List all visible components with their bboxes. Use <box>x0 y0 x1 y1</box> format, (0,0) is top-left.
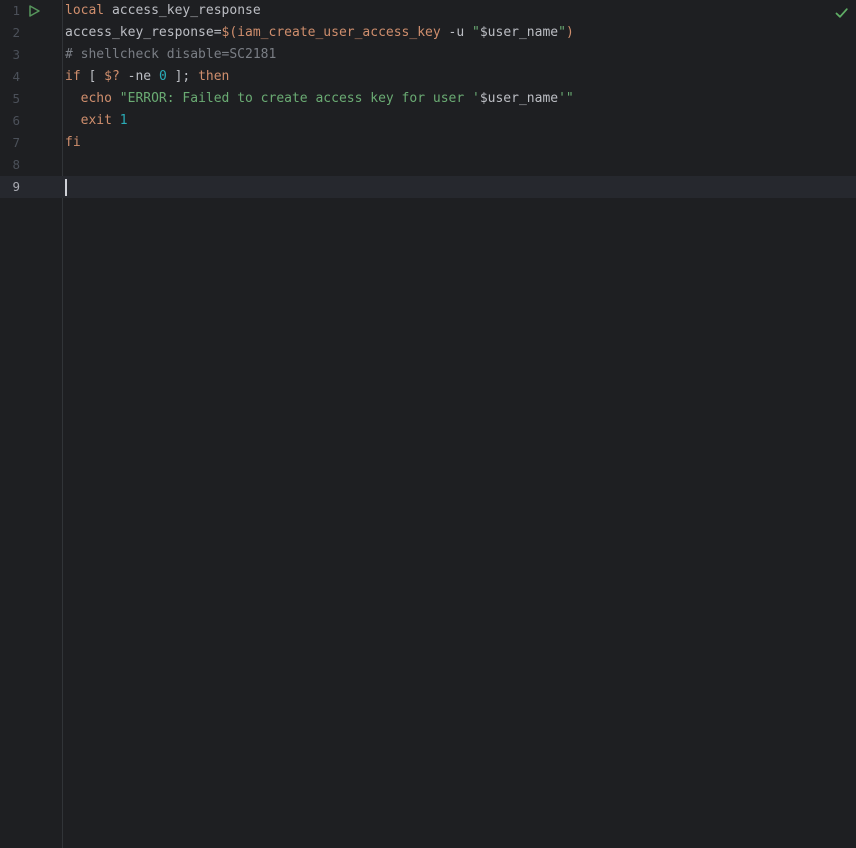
editor-line-row[interactable]: 1 local access_key_response <box>0 0 856 22</box>
code-token: "ERROR: Failed to create access key for … <box>120 91 480 106</box>
code-token: echo <box>81 91 112 106</box>
gutter-icon-zone <box>20 176 63 198</box>
run-triangle-icon[interactable] <box>28 4 41 18</box>
code-token: then <box>198 69 229 84</box>
code-line[interactable]: access_key_response=$(iam_create_user_ac… <box>63 22 574 44</box>
gutter-icon-zone <box>20 88 63 110</box>
code-token <box>65 113 81 128</box>
code-token: 0 <box>159 69 167 84</box>
gutter-icon-zone <box>20 110 63 132</box>
code-editor[interactable]: 1 local access_key_response 2 access_key_re… <box>0 0 856 848</box>
code-token: exit <box>81 113 112 128</box>
code-token: access_key_response <box>104 3 261 18</box>
code-token: # shellcheck disable=SC2181 <box>65 47 276 62</box>
line-number[interactable]: 2 <box>0 22 20 44</box>
code-line[interactable]: exit 1 <box>63 110 128 132</box>
code-line[interactable] <box>63 176 67 198</box>
inspections-passed-check-icon[interactable] <box>834 6 849 20</box>
code-line[interactable] <box>63 154 65 176</box>
editor-gutter: 1 <box>0 0 63 22</box>
code-token: -u <box>441 25 472 40</box>
code-token: $(iam_create_user_access_key <box>222 25 441 40</box>
code-token: access_key_response= <box>65 25 222 40</box>
editor-line-row[interactable]: 8 <box>0 154 856 176</box>
editor-gutter: 5 <box>0 88 63 110</box>
code-token <box>112 91 120 106</box>
code-token: " <box>472 25 480 40</box>
code-token: -ne <box>120 69 159 84</box>
editor-line-row[interactable]: 7 fi <box>0 132 856 154</box>
gutter-icon-zone <box>20 132 63 154</box>
line-number[interactable]: 6 <box>0 110 20 132</box>
editor-line-row[interactable]: 6 exit 1 <box>0 110 856 132</box>
editor-gutter: 3 <box>0 44 63 66</box>
code-token: $? <box>104 69 120 84</box>
editor-line-row[interactable]: 2 access_key_response=$(iam_create_user_a… <box>0 22 856 44</box>
code-token: ) <box>566 25 574 40</box>
editor-line-row[interactable]: 5 echo "ERROR: Failed to create access k… <box>0 88 856 110</box>
text-caret <box>65 179 67 196</box>
code-token: $user_name <box>480 91 558 106</box>
line-number[interactable]: 9 <box>0 176 20 198</box>
line-number[interactable]: 5 <box>0 88 20 110</box>
gutter-icon-zone <box>20 0 63 22</box>
line-number[interactable]: 1 <box>0 0 20 22</box>
code-line[interactable]: if [ $? -ne 0 ]; then <box>63 66 229 88</box>
editor-gutter: 9 <box>0 176 63 198</box>
code-token: ]; <box>167 69 198 84</box>
code-token: $user_name <box>480 25 558 40</box>
line-number[interactable]: 4 <box>0 66 20 88</box>
code-token: if <box>65 69 81 84</box>
editor-gutter: 4 <box>0 66 63 88</box>
editor-line-row[interactable]: 3 # shellcheck disable=SC2181 <box>0 44 856 66</box>
code-token <box>112 113 120 128</box>
code-token: 1 <box>120 113 128 128</box>
code-token <box>65 91 81 106</box>
gutter-icon-zone <box>20 44 63 66</box>
gutter-icon-zone <box>20 66 63 88</box>
gutter-icon-zone <box>20 154 63 176</box>
code-line[interactable]: local access_key_response <box>63 0 261 22</box>
line-number[interactable]: 7 <box>0 132 20 154</box>
code-token: '" <box>558 91 574 106</box>
code-token: " <box>558 25 566 40</box>
editor-line-row[interactable]: 4 if [ $? -ne 0 ]; then <box>0 66 856 88</box>
code-token: fi <box>65 135 81 150</box>
editor-gutter: 2 <box>0 22 63 44</box>
editor-gutter: 7 <box>0 132 63 154</box>
line-number[interactable]: 8 <box>0 154 20 176</box>
editor-gutter: 6 <box>0 110 63 132</box>
code-area: 1 local access_key_response 2 access_key_re… <box>0 0 856 198</box>
code-token: local <box>65 3 104 18</box>
line-number[interactable]: 3 <box>0 44 20 66</box>
gutter-icon-zone <box>20 22 63 44</box>
code-line[interactable]: echo "ERROR: Failed to create access key… <box>63 88 574 110</box>
editor-line-row[interactable]: 9 <box>0 176 856 198</box>
code-token: [ <box>81 69 104 84</box>
code-line[interactable]: # shellcheck disable=SC2181 <box>63 44 276 66</box>
editor-gutter: 8 <box>0 154 63 176</box>
code-line[interactable]: fi <box>63 132 81 154</box>
